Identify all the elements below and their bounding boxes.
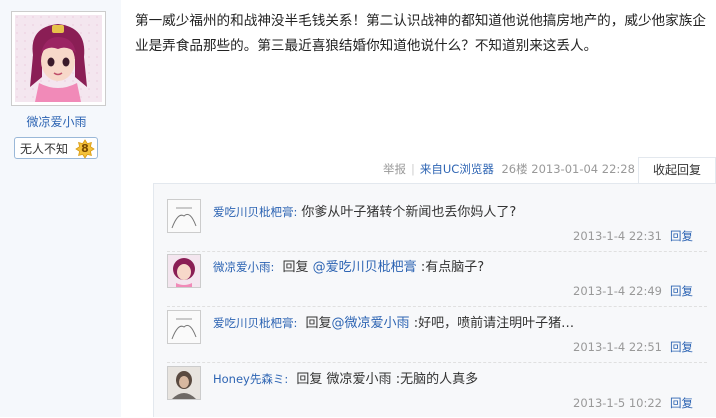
reply-item: 爱吃川贝枇杷膏: 你爹从叶子猪转个新闻也丢你妈人了? 2013-1-4 22:31… — [167, 199, 707, 252]
reply-prefix: 回复 — [305, 316, 332, 331]
collapse-replies-button[interactable]: 收起回复 — [638, 157, 716, 183]
reply-prefix: 回复 — [296, 372, 323, 387]
reply-avatar[interactable] — [167, 366, 201, 400]
reply-time: 2013-1-4 22:49 — [573, 284, 662, 298]
reply-text: :无脑的人真多 — [395, 372, 479, 387]
reply-text: :好吧，喷前请注明叶子猪… — [413, 316, 575, 331]
reply-username[interactable]: 爱吃川贝枇杷膏: — [213, 316, 297, 330]
reply-time: 2013-1-4 22:51 — [573, 340, 662, 354]
level-number: 8 — [81, 142, 89, 155]
source-link[interactable]: 来自UC浏览器 — [420, 162, 494, 176]
report-link[interactable]: 举报 — [383, 162, 406, 176]
user-rank-badge[interactable]: 无人不知 8 — [14, 137, 98, 159]
reply-text: :有点脑子? — [420, 260, 485, 275]
meta-divider: | — [411, 162, 415, 176]
floor-number: 26楼 — [501, 162, 528, 176]
reply-avatar[interactable] — [167, 199, 201, 233]
level-star-icon: 8 — [75, 139, 95, 159]
reply-mention-link[interactable]: @爱吃川贝枇杷膏 — [313, 260, 417, 275]
reply-avatar[interactable] — [167, 310, 201, 344]
reply-avatar[interactable] — [167, 254, 201, 288]
post-meta: 举报 | 来自UC浏览器 26楼 2013-01-04 22:28 — [383, 161, 635, 179]
avatar-image — [15, 15, 102, 102]
reply-prefix: 回复 — [282, 260, 309, 275]
reply-item: Honey先森ミ: 回复 微凉爱小雨 :无脑的人真多 2013-1-5 10:2… — [167, 366, 707, 418]
post-content: 第一威少福州的和战神没半毛钱关系！第二认识战神的都知道他说他搞房地产的，威少他家… — [135, 13, 706, 54]
author-avatar[interactable] — [11, 11, 106, 106]
author-sidebar: 微凉爱小雨 无人不知 8 — [0, 0, 121, 417]
reply-item: 微凉爱小雨: 回复 @爱吃川贝枇杷膏 :有点脑子? 2013-1-4 22:49… — [167, 254, 707, 307]
reply-text: 你爹从叶子猪转个新闻也丢你妈人了? — [301, 205, 517, 220]
reply-time: 2013-1-4 22:31 — [573, 229, 662, 243]
reply-button[interactable]: 回复 — [670, 284, 693, 298]
reply-button[interactable]: 回复 — [670, 396, 693, 410]
post-time: 2013-01-04 22:28 — [531, 162, 635, 176]
rank-label: 无人不知 — [20, 141, 69, 156]
reply-username[interactable]: Honey先森ミ: — [213, 372, 288, 386]
reply-username[interactable]: 微凉爱小雨: — [213, 260, 274, 274]
reply-button[interactable]: 回复 — [670, 229, 693, 243]
reply-mention-link[interactable]: 微凉爱小雨 — [327, 372, 392, 387]
reply-item: 爱吃川贝枇杷膏: 回复@微凉爱小雨 :好吧，喷前请注明叶子猪… 2013-1-4… — [167, 310, 707, 363]
author-username[interactable]: 微凉爱小雨 — [0, 113, 113, 130]
reply-username[interactable]: 爱吃川贝枇杷膏: — [213, 205, 297, 219]
reply-button[interactable]: 回复 — [670, 340, 693, 354]
reply-time: 2013-1-5 10:22 — [573, 396, 662, 410]
reply-mention-link[interactable]: @微凉爱小雨 — [332, 316, 410, 331]
